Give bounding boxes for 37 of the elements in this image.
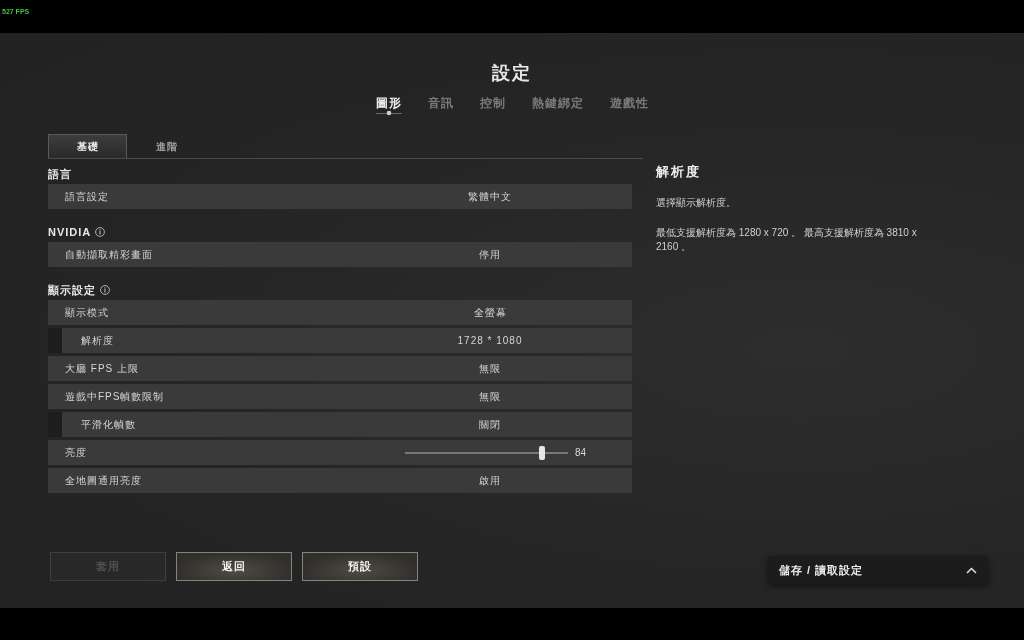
setting-value[interactable]: 無限 xyxy=(390,389,590,404)
tab[interactable]: 圖形 xyxy=(375,95,402,117)
tab[interactable]: 遊戲性 xyxy=(609,95,649,117)
chevron-up-icon xyxy=(966,566,977,574)
action-button[interactable]: 預設 xyxy=(302,552,418,581)
setting-value[interactable]: 繁體中文 xyxy=(390,189,590,204)
details-text: 最低支援解析度為 1280 x 720 。 最高支援解析度為 3810 x 2160 。 xyxy=(656,226,918,254)
page-title: 設定 xyxy=(492,62,532,85)
setting-label: 亮度 xyxy=(64,445,88,460)
setting-label: 自動擷取精彩畫面 xyxy=(64,247,154,262)
setting-value[interactable]: 啟用 xyxy=(390,473,590,488)
setting-label: 平滑化幀數 xyxy=(80,417,137,432)
details-title: 解析度 xyxy=(656,164,702,180)
setting-value[interactable]: 關閉 xyxy=(390,417,590,432)
section-heading: 語言 xyxy=(48,166,72,182)
tab[interactable]: 熱鍵綁定 xyxy=(531,95,584,117)
section-heading: NVIDIA xyxy=(48,226,92,238)
setting-label: 顯示模式 xyxy=(64,305,110,320)
setting-label: 大廳 FPS 上限 xyxy=(64,361,140,376)
slider-thumb[interactable] xyxy=(538,445,545,460)
setting-label: 遊戲中FPS幀數限制 xyxy=(64,389,166,404)
action-button[interactable]: 返回 xyxy=(176,552,292,581)
setting-value[interactable]: 無限 xyxy=(390,361,590,376)
setting-value[interactable]: 全螢幕 xyxy=(390,305,590,320)
setting-label: 解析度 xyxy=(80,333,115,348)
setting-value[interactable]: 1728 * 1080 xyxy=(390,335,590,346)
tab[interactable]: 音訊 xyxy=(427,95,454,117)
subtab[interactable]: 基礎 xyxy=(48,134,127,158)
tab[interactable]: 控制 xyxy=(479,95,506,117)
details-text: 選擇顯示解析度。 xyxy=(656,196,737,210)
subtab[interactable]: 進階 xyxy=(127,134,206,158)
save-load-dropdown[interactable]: 儲存 / 讀取設定 xyxy=(768,556,988,584)
setting-value[interactable]: 停用 xyxy=(390,247,590,262)
setting-label: 全地圖通用亮度 xyxy=(64,473,143,488)
slider-reading: 84 xyxy=(575,447,588,458)
section-heading: 顯示設定 xyxy=(48,282,96,298)
setting-label: 語言設定 xyxy=(64,189,110,204)
